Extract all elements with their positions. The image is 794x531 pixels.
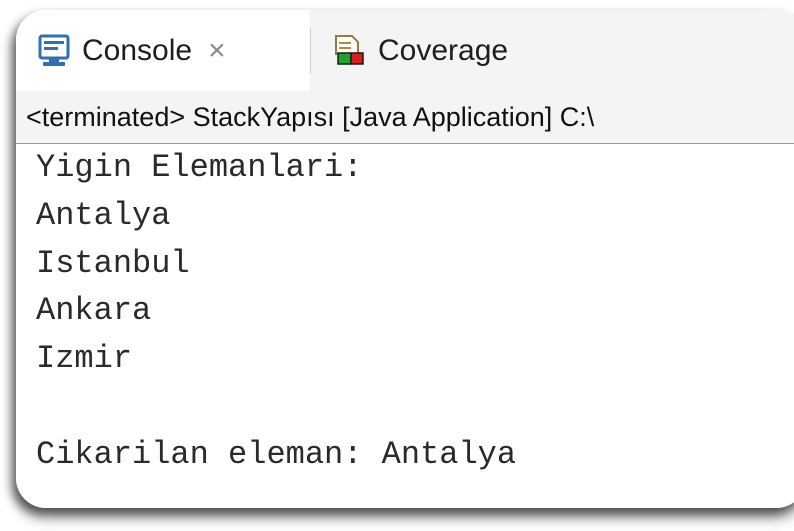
view-tab-bar: Console × Coverage: [16, 10, 794, 91]
console-line: Antalya: [36, 196, 171, 234]
close-icon[interactable]: ×: [208, 35, 226, 66]
console-output[interactable]: Yigin Elemanlari: Antalya Istanbul Ankar…: [16, 144, 794, 508]
console-line: Izmir: [36, 340, 133, 378]
tab-console[interactable]: Console ×: [16, 10, 310, 91]
tab-coverage-label: Coverage: [378, 33, 509, 67]
tab-console-label: Console: [82, 33, 193, 67]
console-line: Yigin Elemanlari:: [36, 149, 363, 186]
console-line: Cikarilan eleman: Antalya: [36, 435, 517, 473]
coverage-icon: [332, 34, 366, 68]
console-icon: [38, 34, 70, 68]
console-view-panel: Console × Coverage <terminated> StackYap…: [16, 10, 794, 508]
tab-coverage[interactable]: Coverage: [316, 10, 508, 91]
tab-divider: [310, 28, 311, 74]
console-line: Ankara: [36, 292, 152, 330]
console-line: Istanbul: [36, 244, 190, 282]
process-status-line: <terminated> StackYapısı [Java Applicati…: [16, 91, 794, 144]
